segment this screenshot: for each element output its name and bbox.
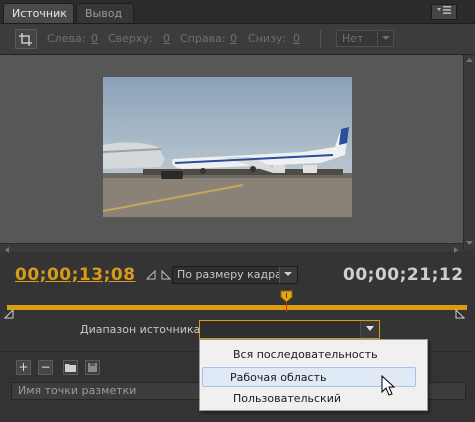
- panel-menu-icon: [437, 6, 451, 14]
- crop-bottom-value[interactable]: 0: [293, 32, 300, 45]
- chevron-down-icon: [366, 326, 374, 331]
- save-cue-points-button[interactable]: [85, 360, 100, 375]
- in-marker-icon: [3, 308, 14, 319]
- chevron-down-icon: [382, 36, 390, 40]
- crop-top-value[interactable]: 0: [163, 32, 170, 45]
- vertical-scrollbar[interactable]: [463, 55, 475, 250]
- playhead-icon: [280, 290, 293, 303]
- crop-left-value[interactable]: 0: [91, 32, 98, 45]
- minus-icon: −: [40, 360, 51, 374]
- folder-icon: [65, 364, 76, 372]
- panel-menu-button[interactable]: [431, 4, 457, 20]
- work-area-bar[interactable]: [7, 305, 467, 310]
- crop-top-label: Сверху:: [108, 32, 153, 45]
- scroll-arrows-icon: [5, 247, 458, 253]
- scroll-arrows-icon: [466, 58, 473, 245]
- playhead-handle[interactable]: [280, 290, 293, 306]
- crop-button[interactable]: [15, 29, 37, 49]
- cue-point-name-column-label: Имя точки разметки: [18, 384, 137, 397]
- aspect-ratio-value: Нет: [342, 32, 364, 45]
- option-label: Пользовательский: [233, 392, 341, 405]
- crop-bottom-label: Снизу:: [248, 32, 287, 45]
- out-marker-icon: [455, 308, 466, 319]
- airplane-frame-image: [103, 77, 352, 217]
- add-cue-point-button[interactable]: +: [16, 360, 31, 375]
- set-in-point-button[interactable]: [145, 269, 157, 284]
- current-timecode[interactable]: 00;00;13;08: [15, 265, 136, 285]
- mouse-cursor-icon: [381, 374, 396, 400]
- crop-left-label: Слева:: [47, 32, 86, 45]
- crop-icon: [19, 33, 32, 46]
- aspect-ratio-arrow[interactable]: [377, 30, 394, 47]
- tab-source-label: Источник: [12, 7, 67, 20]
- crop-right-value[interactable]: 0: [230, 32, 237, 45]
- source-range-select[interactable]: [199, 320, 380, 339]
- open-folder-button[interactable]: [63, 360, 78, 375]
- out-point-icon: [161, 269, 172, 280]
- tab-output-label: Вывод: [85, 7, 123, 20]
- crop-right-label: Справа:: [180, 32, 226, 45]
- tab-source[interactable]: Источник: [3, 3, 74, 23]
- video-frame: [103, 77, 352, 217]
- out-point-marker[interactable]: [455, 308, 466, 322]
- chevron-down-icon: [284, 272, 292, 276]
- save-icon: [88, 363, 97, 372]
- zoom-level-value: По размеру кадра: [177, 268, 282, 281]
- tab-output[interactable]: Вывод: [76, 3, 134, 23]
- source-range-arrow[interactable]: [360, 321, 379, 338]
- remove-cue-point-button[interactable]: −: [38, 360, 53, 375]
- horizontal-scrollbar[interactable]: [0, 243, 463, 253]
- option-label: Рабочая область: [230, 371, 327, 384]
- source-range-label: Диапазон источника:: [80, 323, 204, 336]
- zoom-level-arrow[interactable]: [279, 267, 297, 283]
- in-point-icon: [145, 269, 156, 280]
- in-point-marker[interactable]: [3, 308, 14, 322]
- plus-icon: +: [18, 360, 29, 374]
- set-out-point-button[interactable]: [160, 269, 172, 284]
- option-entire-sequence[interactable]: Вся последовательность: [206, 345, 420, 365]
- toolbar-divider: [320, 30, 321, 48]
- option-label: Вся последовательность: [233, 348, 378, 361]
- duration-timecode: 00;00;21;12: [343, 265, 464, 285]
